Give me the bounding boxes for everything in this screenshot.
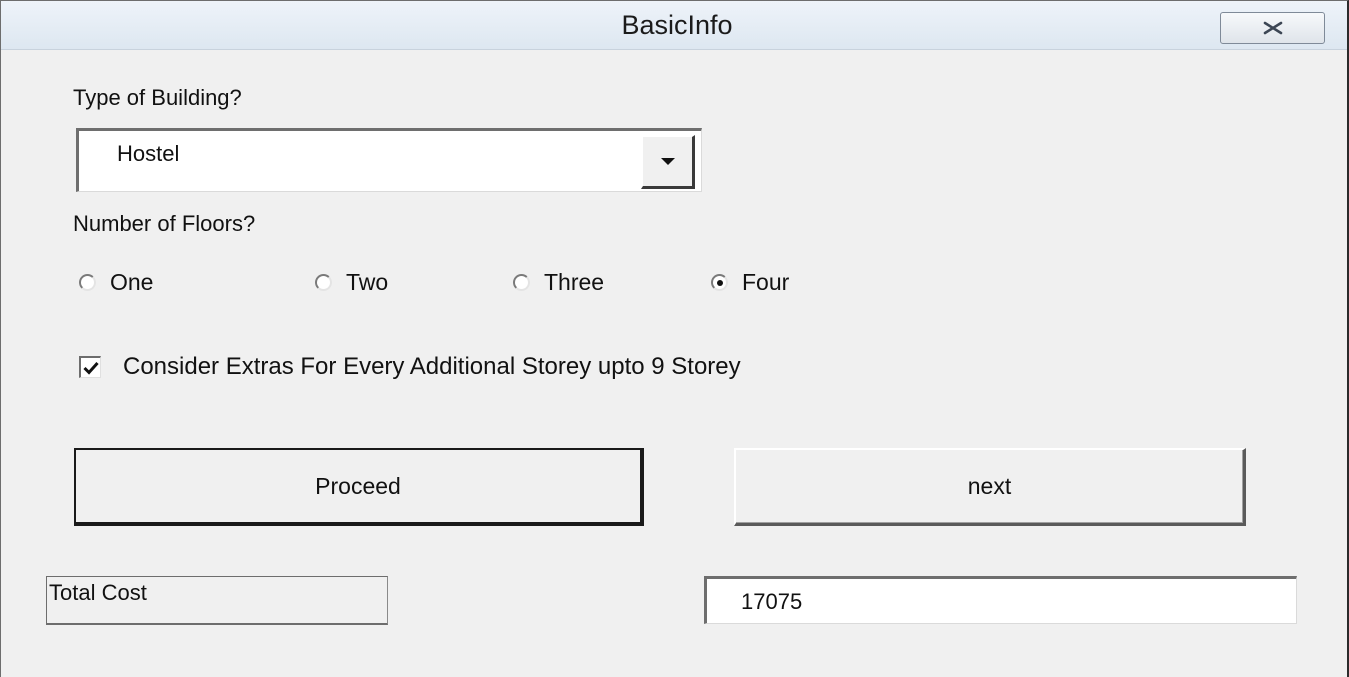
window-title: BasicInfo [621,10,733,40]
radio-floor-two[interactable]: Two [315,269,388,296]
extras-checkbox-label: Consider Extras For Every Additional Sto… [123,353,741,380]
radio-floor-one[interactable]: One [79,269,153,296]
close-button[interactable] [1220,12,1325,44]
radio-circle[interactable] [513,274,530,291]
dropdown-arrow-button[interactable] [641,135,695,189]
extras-checkbox-row[interactable]: Consider Extras For Every Additional Sto… [79,353,741,381]
radio-label: Four [742,269,790,295]
building-type-dropdown[interactable]: Hostel [76,128,702,192]
proceed-button[interactable]: Proceed [74,448,644,526]
extras-checkbox[interactable] [79,356,101,378]
next-button[interactable]: next [734,448,1246,526]
radio-circle[interactable] [315,274,332,291]
total-cost-field[interactable]: 17075 [704,576,1297,624]
radio-label: Three [544,269,605,295]
checkmark-icon [82,361,99,375]
building-type-label: Type of Building? [73,85,242,110]
radio-label: One [110,269,154,295]
radio-circle-selected[interactable] [711,274,728,291]
close-x-icon [1262,21,1284,35]
floors-label: Number of Floors? [73,211,256,236]
radio-floor-three[interactable]: Three [513,269,604,296]
building-type-value: Hostel [117,141,180,166]
title-bar: BasicInfo [1,1,1347,50]
total-cost-label: Total Cost [46,576,388,625]
basicinfo-dialog: BasicInfo Type of Building? Hostel Numbe… [0,0,1349,677]
chevron-down-icon [660,158,675,165]
radio-floor-four[interactable]: Four [711,269,789,296]
radio-circle[interactable] [79,274,96,291]
radio-label: Two [346,269,389,295]
